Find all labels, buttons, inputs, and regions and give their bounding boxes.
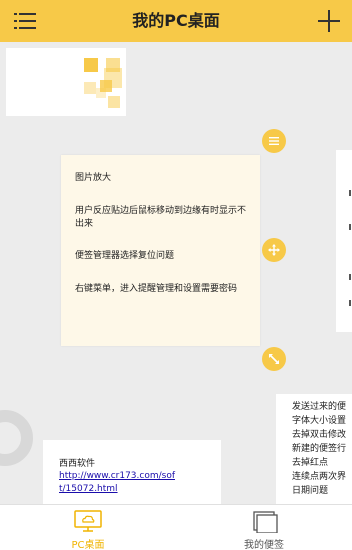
bottom-tab-bar: PC桌面 我的便签 [0,504,352,550]
tab-pc-desktop[interactable]: PC桌面 [0,505,176,550]
note-line: 右键菜单，进入提醒管理和设置需要密码 [75,284,238,294]
sticky-note-link[interactable]: 西西软件 http://www.cr173.com/soft/15072.htm… [43,440,221,504]
tab-label: 我的便签 [244,540,284,550]
resize-diagonal-icon[interactable] [262,347,286,371]
move-arrows-icon[interactable] [262,238,286,262]
app-header: 我的PC桌面 [0,0,352,42]
list-icon[interactable] [262,129,286,153]
tab-label: PC桌面 [71,540,105,550]
partial-note-card[interactable] [336,150,352,332]
note-line: 去掉红点 [292,458,329,468]
page-title: 我的PC桌面 [132,11,220,30]
stacked-notes-icon [253,511,278,533]
note-line: 字体大小设置 [292,416,347,426]
desktop-canvas: 图片放大 用户反应贴边后鼠标移动到边缘有时显示不出来 便签管理器选择复位问题 右… [0,42,352,504]
note-url-link[interactable]: http://www.cr173.com/soft/15072.html [59,470,177,496]
note-title: 西西软件 [59,459,96,469]
note-line: 新建的便签行 [292,444,347,454]
sticky-note-right[interactable]: 发送过来的便 字体大小设置 去掉双击修改 新建的便签行 去掉红点 连续点两次界 … [276,394,352,504]
image-thumbnail-card[interactable] [6,48,126,116]
note-line: 图片放大 [75,173,112,183]
monitor-cloud-icon [74,510,102,532]
note-line: 发送过来的便 [292,402,347,412]
note-line: 日期问题 [292,486,329,496]
thumbnail-image [78,48,130,114]
plus-icon[interactable] [318,10,340,32]
ring-decoration [0,410,33,466]
note-line: 用户反应贴边后鼠标移动到边缘有时显示不出来 [75,206,247,229]
sticky-note-main[interactable]: 图片放大 用户反应贴边后鼠标移动到边缘有时显示不出来 便签管理器选择复位问题 右… [61,155,260,346]
note-line: 去掉双击修改 [292,430,347,440]
note-line: 便签管理器选择复位问题 [75,251,175,261]
note-line: 连续点两次界 [292,472,347,482]
tab-my-notes[interactable]: 我的便签 [176,505,352,550]
